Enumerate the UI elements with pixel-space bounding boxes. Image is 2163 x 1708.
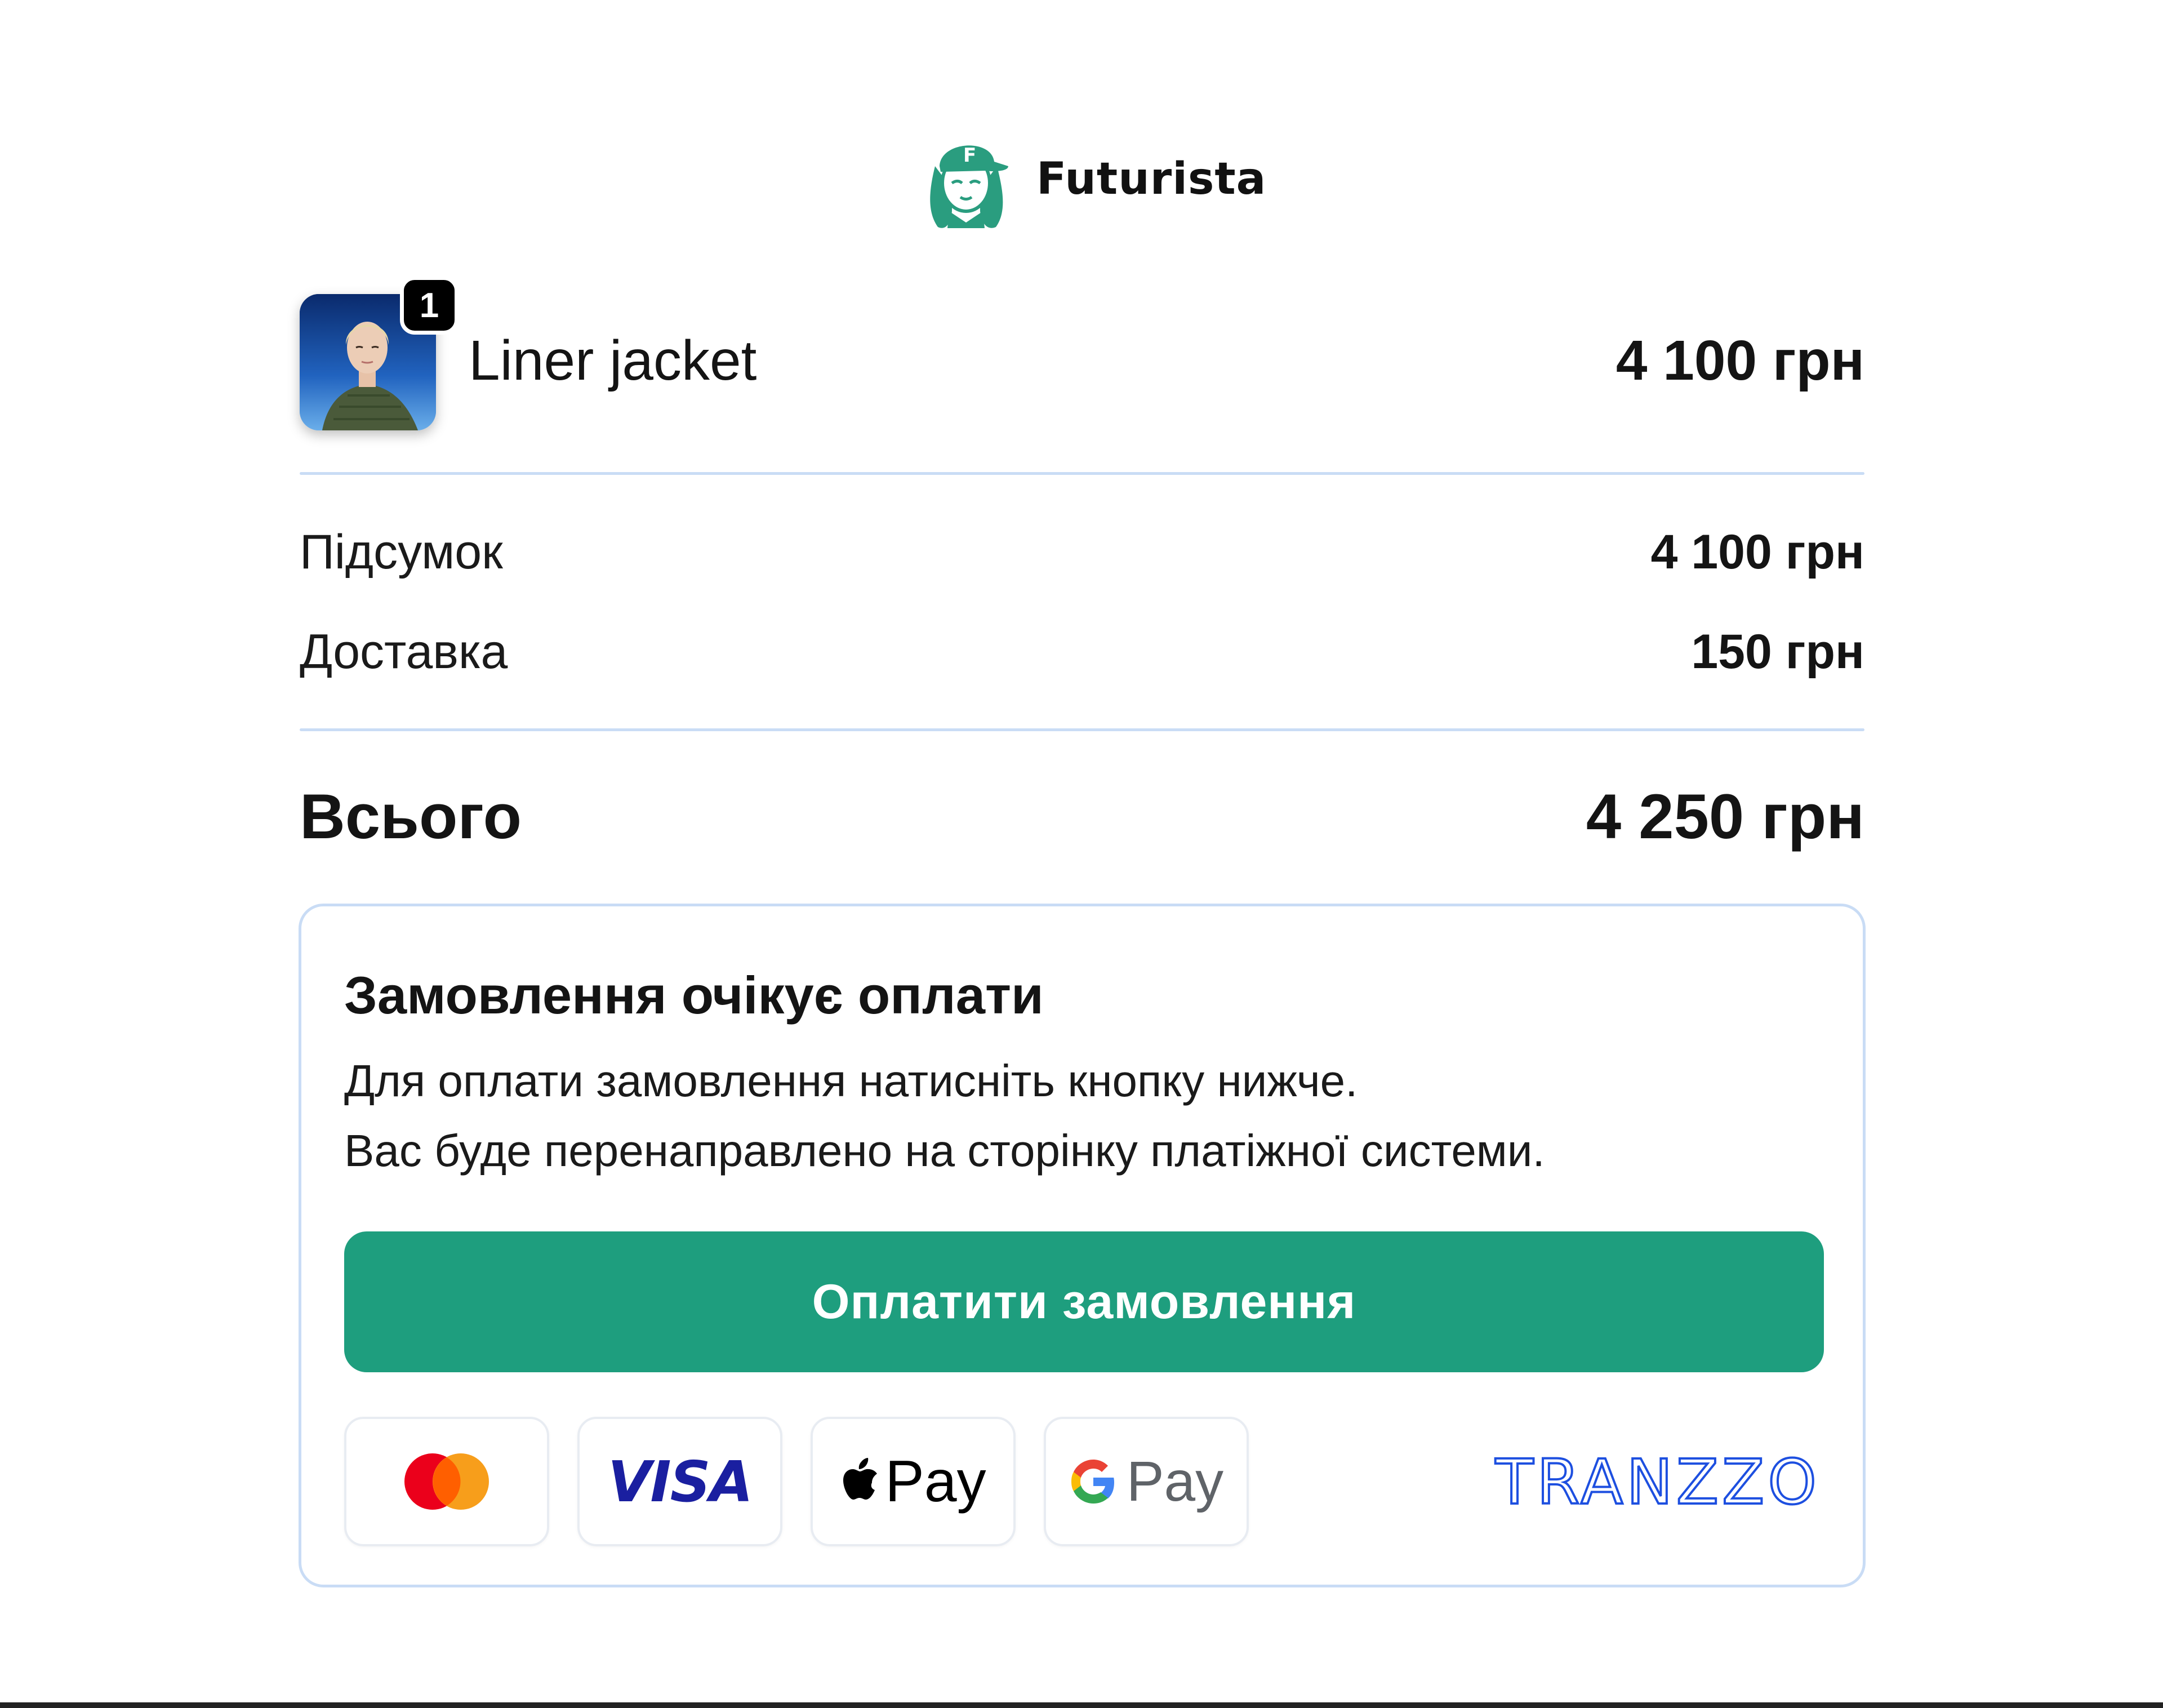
tranzzo-logo: TRANZZO	[1494, 1446, 1820, 1518]
delivery-value: 150 грн	[1691, 625, 1864, 679]
total-row: Всього 4 250 грн	[300, 777, 1864, 856]
product-name: Liner jacket	[469, 329, 757, 392]
payment-method-mastercard[interactable]	[344, 1417, 549, 1546]
payment-method-apple-pay[interactable]: Pay	[811, 1417, 1016, 1546]
brand-logo[interactable]: F Futurista	[918, 127, 1266, 231]
bottom-edge	[0, 1702, 2163, 1708]
mastercard-icon	[404, 1453, 489, 1510]
futurista-girl-icon: F	[930, 144, 1008, 228]
product-price: 4 100 грн	[1615, 329, 1864, 392]
payment-title: Замовлення очікує оплати	[344, 966, 1044, 1025]
delivery-label: Доставка	[300, 625, 508, 679]
divider	[300, 728, 1864, 731]
subtotal-row: Підсумок 4 100 грн	[300, 521, 1864, 583]
delivery-row: Доставка 150 грн	[300, 621, 1864, 683]
payment-method-google-pay[interactable]: Pay	[1044, 1417, 1249, 1546]
svg-text:F: F	[963, 144, 976, 167]
google-g-icon	[1071, 1460, 1114, 1504]
order-payment-page: F Futurista 1 Liner jacket 4 100 грн Під…	[0, 0, 2163, 1708]
brand-name: Futurista	[1036, 153, 1267, 204]
subtotal-label: Підсумок	[300, 525, 503, 579]
divider	[300, 472, 1864, 475]
visa-logo: VISA	[607, 1448, 753, 1515]
pay-order-button[interactable]: Оплатити замовлення	[344, 1231, 1824, 1372]
payment-method-visa[interactable]: VISA	[577, 1417, 782, 1546]
cart-item: 1 Liner jacket 4 100 грн	[300, 276, 1864, 434]
quantity-badge: 1	[400, 276, 459, 335]
payment-card: Замовлення очікує оплати Для оплати замо…	[299, 904, 1866, 1587]
google-pay-label: Pay	[1126, 1449, 1224, 1513]
payment-instructions-line2: Вас буде перенаправлено на сторінку плат…	[344, 1126, 1545, 1176]
total-value: 4 250 грн	[1586, 781, 1864, 852]
apple-pay-label: Pay	[885, 1448, 986, 1514]
payment-instructions-line1: Для оплати замовлення натисніть кнопку н…	[344, 1056, 1358, 1106]
total-label: Всього	[300, 781, 522, 852]
subtotal-value: 4 100 грн	[1650, 525, 1864, 579]
apple-icon	[843, 1458, 878, 1500]
